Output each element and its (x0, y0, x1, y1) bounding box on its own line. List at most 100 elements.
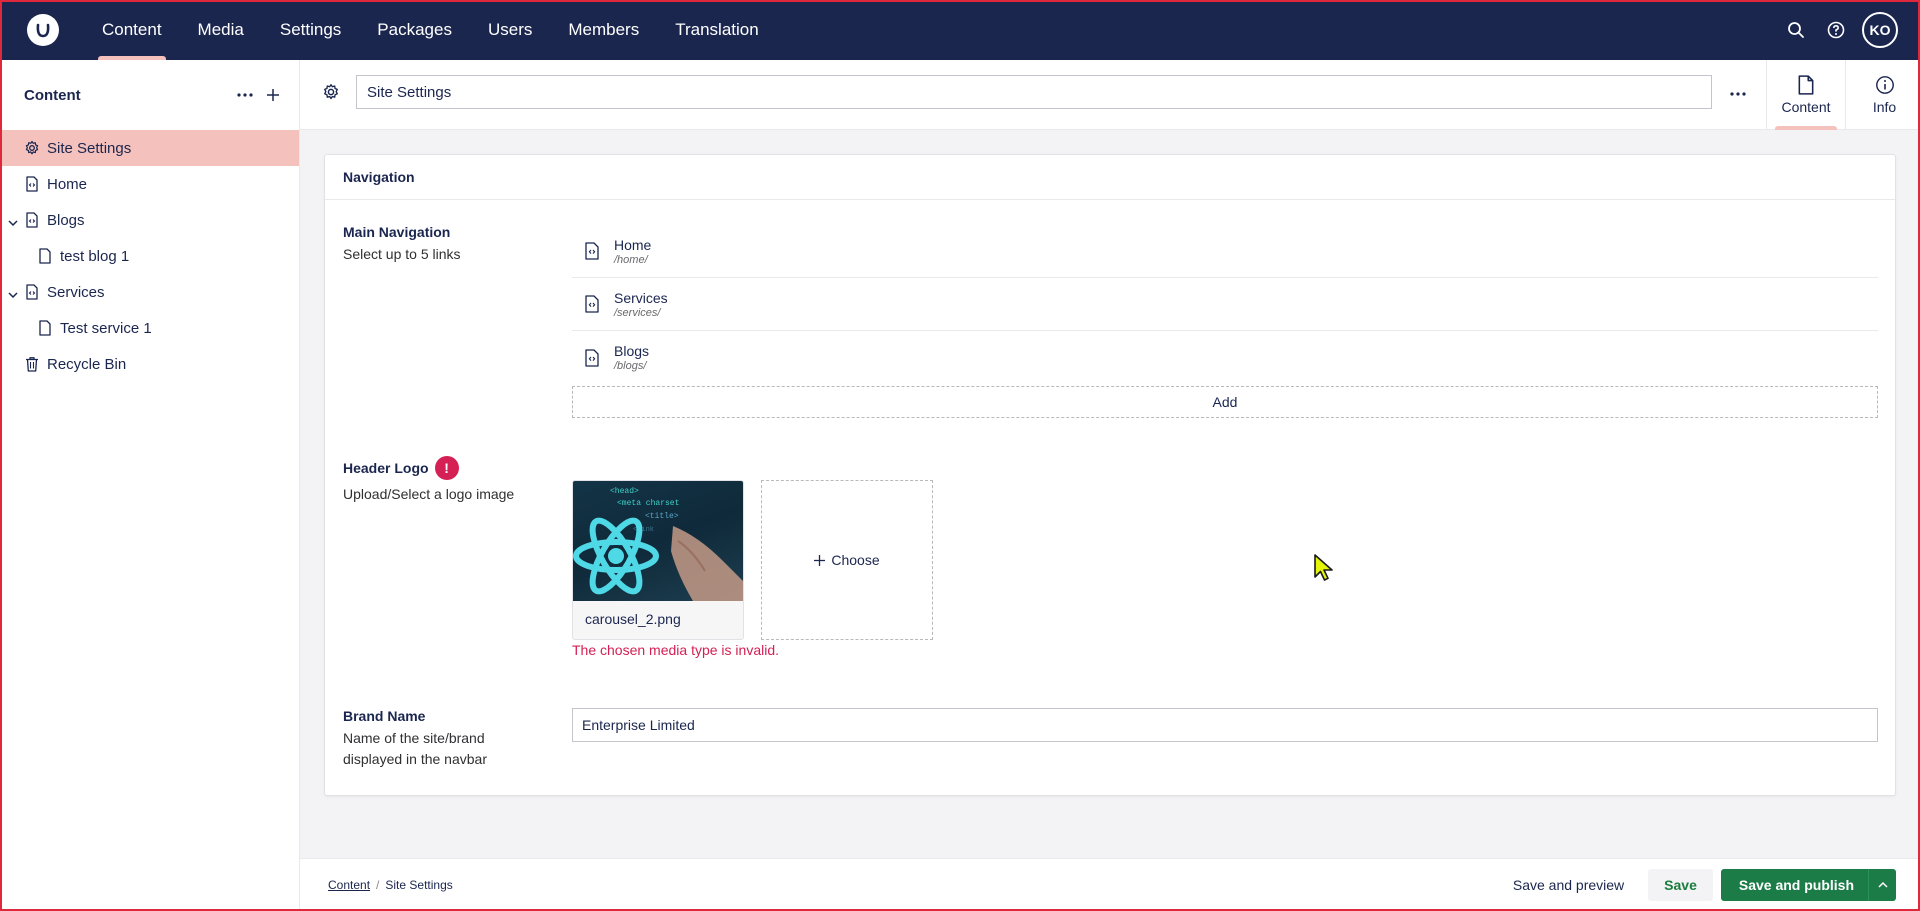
tree-item-test-service-1[interactable]: Test service 1 (0, 310, 299, 346)
view-tabs: Content Info (1766, 60, 1920, 130)
more-actions-icon[interactable] (231, 81, 259, 109)
editor-footer: Content / Site Settings Save and preview… (300, 858, 1920, 911)
link-picker: Home /home/ Services /services/ Blogs /b… (572, 225, 1878, 418)
section-content[interactable]: Content (84, 0, 180, 60)
tree-item-label: Test service 1 (60, 319, 152, 337)
more-actions-icon[interactable] (1720, 80, 1756, 108)
section-packages[interactable]: Packages (359, 0, 470, 60)
property-label: Header Logo (343, 460, 429, 476)
section-members[interactable]: Members (550, 0, 657, 60)
tab-info[interactable]: Info (1845, 60, 1920, 130)
document-icon (24, 176, 40, 192)
tree-item-site-settings[interactable]: Site Settings (0, 130, 299, 166)
link-url: /home/ (614, 253, 648, 266)
info-icon (1875, 76, 1894, 94)
document-icon (584, 295, 600, 313)
breadcrumb-separator: / (376, 878, 380, 892)
breadcrumb-link-content[interactable]: Content (328, 878, 370, 892)
svg-text:<head>: <head> (610, 487, 639, 496)
document-icon (584, 348, 600, 367)
property-description: Upload/Select a logo image (343, 486, 515, 502)
tree-item-recycle-bin[interactable]: Recycle Bin (0, 346, 299, 382)
trash-icon (24, 356, 40, 372)
breadcrumb: Content / Site Settings (328, 878, 453, 892)
tree-item-services[interactable]: Services (0, 274, 299, 310)
tree-item-label: test blog 1 (60, 247, 130, 265)
brand-name-input[interactable] (572, 708, 1878, 742)
mouse-cursor-icon (1313, 553, 1335, 588)
plus-icon[interactable] (259, 81, 287, 109)
tree-item-home[interactable]: Home (0, 166, 299, 202)
media-item-card[interactable]: <head> <meta charset <title> <link carou… (572, 480, 744, 640)
link-item[interactable]: Services /services/ (572, 278, 1878, 331)
search-icon[interactable] (1776, 10, 1816, 50)
document-icon (1798, 75, 1814, 95)
tree-item-test-blog-1[interactable]: test blog 1 (0, 238, 299, 274)
link-item[interactable]: Home /home/ (572, 225, 1878, 278)
validation-error: The chosen media type is invalid. (572, 642, 779, 658)
content-tree: Site Settings Home Blogs test blog 1 Ser… (0, 130, 299, 382)
property-description: Select up to 5 links (343, 246, 461, 262)
sidebar: Content Site Settings Home Blogs test bl… (0, 60, 300, 911)
error-badge: ! (434, 456, 459, 480)
user-avatar[interactable]: KO (1862, 12, 1898, 48)
document-icon (24, 212, 40, 228)
link-name: Services (614, 289, 668, 306)
brand-name-property: Brand Name Name of the site/brand displa… (343, 708, 543, 770)
save-and-preview-button[interactable]: Save and preview (1499, 869, 1638, 901)
top-bar: Content Media Settings Packages Users Me… (0, 0, 1920, 60)
link-name: Home (614, 236, 652, 253)
link-item[interactable]: Blogs /blogs/ (572, 331, 1878, 384)
property-label: Main Navigation (343, 224, 451, 240)
tree-item-label: Recycle Bin (47, 355, 127, 373)
tab-label: Info (1872, 99, 1897, 115)
save-button[interactable]: Save (1648, 869, 1713, 901)
page-icon (37, 248, 53, 264)
sidebar-title: Content (24, 86, 81, 104)
page-icon (37, 320, 53, 336)
svg-text:<title>: <title> (645, 512, 679, 521)
document-icon (584, 242, 600, 260)
document-name-input[interactable] (356, 75, 1712, 109)
settings-icon[interactable] (322, 83, 340, 106)
svg-text:<link: <link (633, 526, 654, 534)
tree-item-label: Site Settings (47, 139, 132, 157)
section-translation[interactable]: Translation (657, 0, 776, 60)
document-icon (24, 284, 40, 300)
media-thumbnail: <head> <meta charset <title> <link (573, 481, 743, 601)
property-group-card: Navigation Main Navigation Select up to … (324, 154, 1896, 796)
tab-content[interactable]: Content (1767, 60, 1845, 130)
publish-button-group: Save and publish (1720, 869, 1896, 901)
section-users[interactable]: Users (470, 0, 550, 60)
umbraco-logo[interactable] (27, 14, 59, 46)
save-and-publish-button[interactable]: Save and publish (1721, 869, 1868, 901)
tree-item-label: Services (47, 283, 105, 301)
property-label: Brand Name (343, 708, 426, 724)
section-media[interactable]: Media (180, 0, 262, 60)
tab-label: Content (1781, 99, 1831, 115)
tree-item-blogs[interactable]: Blogs (0, 202, 299, 238)
add-link-button[interactable]: Add (572, 386, 1878, 418)
chevron-up-icon[interactable] (1868, 869, 1896, 901)
link-url: /blogs/ (614, 360, 647, 372)
tree-item-label: Home (47, 175, 88, 193)
svg-text:<meta charset: <meta charset (617, 499, 679, 508)
group-title: Navigation (325, 155, 1895, 200)
main-navigation-property: Main Navigation Select up to 5 links (343, 224, 543, 265)
choose-media-button[interactable]: Choose (761, 480, 933, 640)
link-url: /services/ (614, 306, 661, 319)
header-logo-property: Header Logo ! Upload/Select a logo image (343, 456, 543, 505)
editor-header: Content Info (300, 60, 1920, 130)
tree-item-label: Blogs (47, 211, 85, 229)
help-icon[interactable] (1816, 10, 1856, 50)
chevron-down-icon[interactable] (8, 214, 18, 231)
link-name: Blogs (614, 343, 650, 359)
chevron-down-icon[interactable] (8, 286, 18, 303)
section-nav: Content Media Settings Packages Users Me… (84, 0, 777, 60)
settings-icon (24, 140, 40, 156)
choose-label: Choose (831, 552, 880, 568)
plus-icon (814, 554, 826, 566)
breadcrumb-current: Site Settings (385, 878, 453, 892)
media-file-name: carousel_2.png (585, 611, 681, 627)
section-settings[interactable]: Settings (262, 0, 359, 60)
